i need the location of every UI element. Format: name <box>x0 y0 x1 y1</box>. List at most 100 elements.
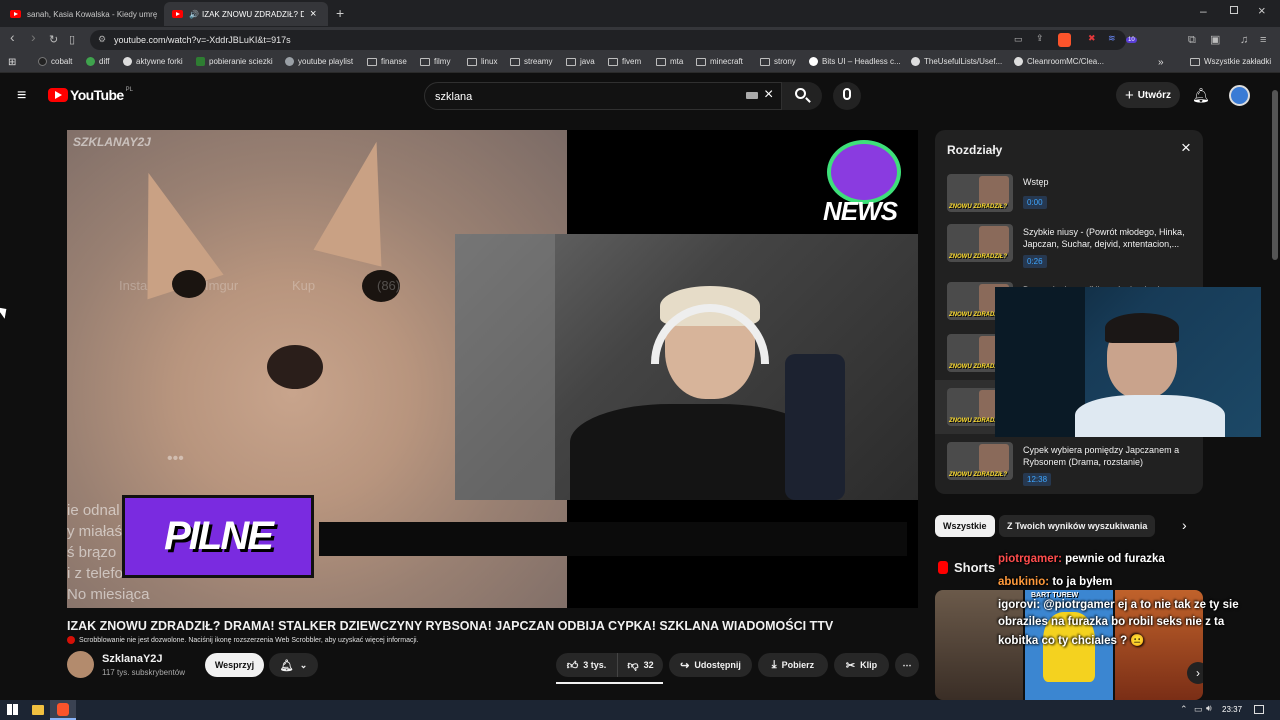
notifications-bell-icon[interactable]: 🔔︎ <box>1192 87 1210 104</box>
bookmark-bits-ui[interactable]: Bits UI – Headless c... <box>809 57 901 66</box>
support-button[interactable]: Wesprzyj <box>205 653 264 677</box>
bookmark-youtube-playlist[interactable]: youtube playlist <box>285 57 353 66</box>
extension-icon-wave[interactable]: ≋ <box>1108 33 1116 44</box>
streamer-shirt <box>570 404 820 500</box>
clip-button[interactable]: ✂ Klip <box>834 653 889 677</box>
like-button[interactable]: 👍︎ 3 tys. <box>556 653 617 677</box>
chapter-title: Wstęp <box>1023 177 1049 187</box>
chat-message: abukinio: to ja byłem <box>998 576 1112 588</box>
bookmark-cleanroommc[interactable]: CleanroomMC/Clea... <box>1014 57 1104 66</box>
reload-icon[interactable]: ↻ <box>49 33 58 47</box>
folder-icon <box>467 57 477 66</box>
sidebar-icon[interactable]: ▣ <box>1210 33 1220 47</box>
thumbnail-text: ZNOWU ZDRADZIŁ? <box>949 204 1007 210</box>
minimize-button[interactable]: – <box>1200 4 1207 18</box>
bookmark-minecraft[interactable]: minecraft <box>696 57 743 66</box>
scissors-icon: ✂ <box>845 659 856 672</box>
channel-avatar[interactable] <box>67 651 94 678</box>
subscribe-bell-button[interactable]: 🔔︎ ⌄ <box>269 653 318 677</box>
voice-search-button[interactable] <box>833 82 861 110</box>
download-button[interactable]: ⤓ Pobierz <box>758 653 828 677</box>
chat-message: kobitka co ty chciales ? 😐 <box>998 633 1145 647</box>
youtube-play-icon <box>48 88 68 102</box>
chips-next-icon[interactable]: › <box>1182 517 1187 533</box>
chip-all[interactable]: Wszystkie <box>935 515 995 537</box>
bookmark-pobieranie[interactable]: pobieranie sciezki <box>196 57 273 66</box>
chapter-item[interactable]: ZNOWU ZDRADZIŁ? Cypek wybiera pomiędzy J… <box>947 442 1197 492</box>
video-player[interactable]: SZKLANAY2J NEWS Insta Imgur Kup (86) •••… <box>67 130 918 608</box>
back-icon[interactable]: ‹ <box>10 30 15 44</box>
file-explorer-icon[interactable] <box>32 705 44 715</box>
page-scrollbar[interactable] <box>1272 90 1278 260</box>
news-logo-circle <box>827 140 901 204</box>
bookmark-streamy[interactable]: streamy <box>510 57 552 66</box>
cast-icon[interactable]: ▭ <box>1014 34 1023 45</box>
channel-name[interactable]: SzklanaY2J <box>102 653 163 665</box>
extension-badge[interactable]: 10 <box>1126 37 1137 43</box>
close-chapters-icon[interactable]: × <box>1181 138 1191 158</box>
search-input[interactable]: szklana × <box>424 82 782 110</box>
volume-icon[interactable]: 🔊︎ <box>1206 703 1212 714</box>
forward-icon[interactable]: › <box>31 30 36 44</box>
chapter-title: Cypek wybiera pomiędzy Japczanem a Rybso… <box>1023 445 1180 467</box>
restore-button[interactable] <box>1230 6 1238 14</box>
bookmark-all[interactable]: Wszystkie zakładki <box>1190 57 1271 66</box>
bookmark-icon[interactable]: ▯ <box>69 33 75 47</box>
brave-shield-icon[interactable] <box>1058 33 1071 47</box>
menu-icon[interactable]: ≡ <box>1260 33 1266 47</box>
bookmark-strony[interactable]: strony <box>760 57 796 66</box>
bookmark-usefullists[interactable]: TheUsefulLists/Usef... <box>911 57 1002 66</box>
notification-center-icon[interactable] <box>1254 705 1264 714</box>
dislike-button[interactable]: 👎︎ 32 <box>617 653 663 677</box>
shorts-label: Shorts <box>954 560 996 575</box>
bookmark-aktywne-forki[interactable]: aktywne forki <box>123 57 183 66</box>
search-button[interactable] <box>782 82 822 110</box>
bookmark-cobalt[interactable]: cobalt <box>38 57 72 66</box>
chip-from-search[interactable]: Z Twoich wyników wyszukiwania <box>999 515 1156 537</box>
tab-izak[interactable]: 🔊 IZAK ZNOWU ZDRADZIŁ? DRAM × <box>164 2 328 26</box>
tray-up-icon[interactable]: ⌃ <box>1180 704 1188 715</box>
bookmark-label: fivem <box>622 57 642 66</box>
bookmark-fivem[interactable]: fivem <box>608 57 641 66</box>
chat-text: pewnie od furazka <box>1065 553 1165 565</box>
close-window-button[interactable]: × <box>1258 3 1266 18</box>
new-tab-button[interactable]: + <box>336 5 344 21</box>
chapter-thumbnail: ZNOWU ZDRADZIŁ? <box>947 224 1013 262</box>
chapter-item[interactable]: ZNOWU ZDRADZIŁ? Szybkie niusy - (Powrót … <box>947 224 1197 274</box>
avatar[interactable] <box>1229 85 1250 106</box>
site-info-icon[interactable]: ⚙ <box>98 34 106 45</box>
address-bar[interactable]: ⚙ youtube.com/watch?v=-XddrJBLuKI&t=917s… <box>90 30 1137 50</box>
clock[interactable]: 23:37 <box>1222 705 1242 714</box>
chapter-item[interactable]: ZNOWU ZDRADZIŁ? Wstęp 0:00 <box>947 174 1197 224</box>
youtube-logo[interactable]: YouTube PL <box>48 87 133 103</box>
network-icon[interactable]: ▭ <box>1194 704 1203 715</box>
playlist-icon[interactable]: ♫ <box>1240 33 1248 47</box>
search-value: szklana <box>435 91 473 103</box>
hamburger-menu-icon[interactable]: ≡ <box>17 87 26 105</box>
keyboard-icon[interactable] <box>746 92 758 99</box>
rewards-icon[interactable]: ✖ <box>1088 33 1096 44</box>
more-actions-button[interactable]: ⋯ <box>895 653 919 677</box>
tab-sanah[interactable]: sanah, Kasia Kowalska - Kiedy umrę <box>2 2 160 26</box>
apps-grid-icon[interactable]: ⊞ <box>8 57 16 68</box>
share-button[interactable]: ↪ Udostępnij <box>669 653 752 677</box>
bookmark-filmy[interactable]: filmy <box>420 57 450 66</box>
clear-search-icon[interactable]: × <box>764 86 773 104</box>
windows-start-icon[interactable] <box>7 704 18 715</box>
more-bookmarks-icon[interactable]: » <box>1158 57 1164 68</box>
puzzle-extensions-icon[interactable]: ⧉ <box>1188 33 1196 47</box>
bookmark-java[interactable]: java <box>566 57 595 66</box>
thumbnail-text: ZNOWU ZDRADZIŁ? <box>949 472 1007 478</box>
share-label: Udostępnij <box>694 660 741 670</box>
green-icon <box>196 57 205 66</box>
github-icon <box>1014 57 1023 66</box>
close-tab-icon[interactable]: × <box>310 8 316 20</box>
brave-taskbar-icon[interactable] <box>50 700 76 720</box>
bookmark-mta[interactable]: mta <box>656 57 683 66</box>
bookmark-diff[interactable]: diff <box>86 57 110 66</box>
bookmark-linux[interactable]: linux <box>467 57 497 66</box>
bookmark-finanse[interactable]: finanse <box>367 57 407 66</box>
shorts-next-button[interactable]: › <box>1187 662 1203 684</box>
create-button[interactable]: + Utwórz <box>1116 82 1180 108</box>
share-page-icon[interactable]: ⇪ <box>1036 33 1044 44</box>
